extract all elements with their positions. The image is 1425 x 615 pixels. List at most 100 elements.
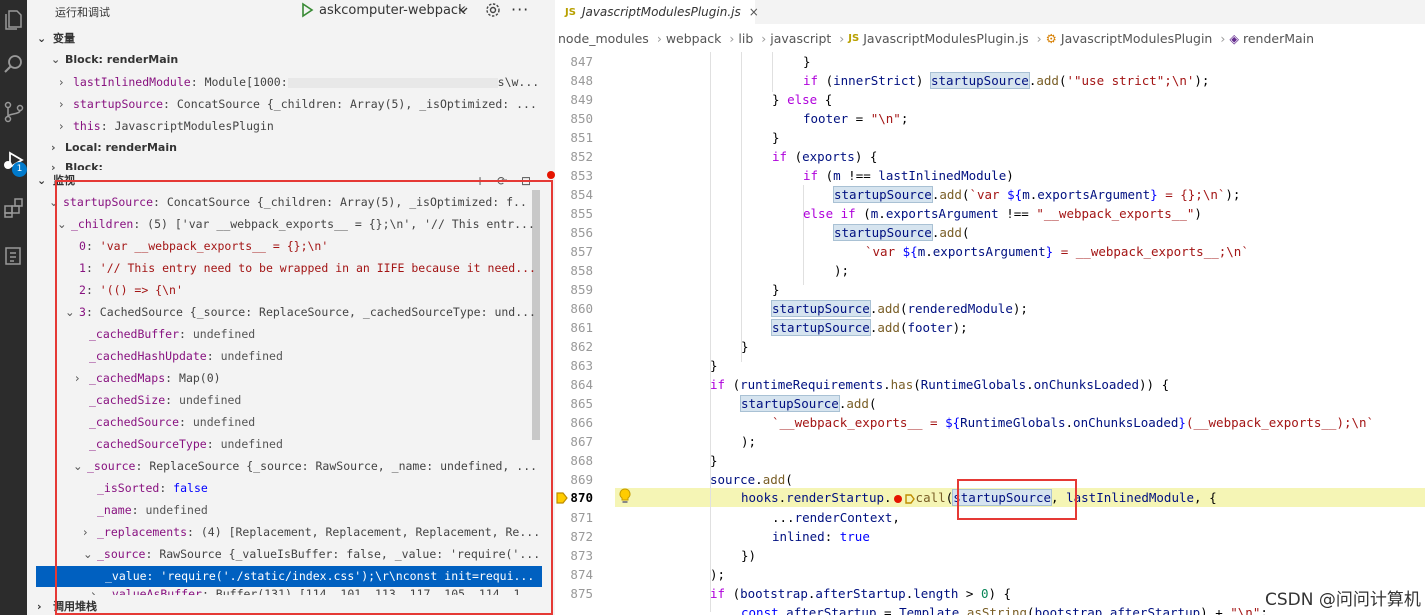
callstack-label: 调用堆栈 bbox=[53, 600, 97, 613]
start-debugging-icon[interactable] bbox=[299, 2, 315, 18]
watch-row[interactable]: 1: '// This entry need to be wrapped in … bbox=[65, 257, 535, 279]
variable-row[interactable]: › startupSource: ConcatSource {_children:… bbox=[59, 93, 539, 115]
watch-row[interactable]: › _cachedMaps: Map(0) bbox=[75, 367, 535, 389]
watch-row-selected[interactable]: _value: 'require('./static/index.css');\… bbox=[91, 565, 541, 587]
breadcrumb-item[interactable]: node_modules bbox=[558, 31, 649, 46]
inline-breakpoint-icon[interactable] bbox=[893, 494, 902, 503]
lightbulb-icon[interactable] bbox=[618, 488, 632, 504]
breadcrumb-item[interactable]: JavascriptModulesPlugin bbox=[1061, 31, 1212, 46]
watch-row[interactable]: 2: '(() => {\n' bbox=[65, 279, 535, 301]
scope-block-render-main[interactable]: ⌄ Block: renderMain bbox=[51, 49, 178, 71]
tab-javascript-modules-plugin[interactable]: JS JavascriptModulesPlugin.js × bbox=[555, 0, 759, 24]
watch-value: undefined bbox=[192, 415, 256, 429]
breadcrumb-item[interactable]: webpack bbox=[666, 31, 722, 46]
remote-icon[interactable] bbox=[0, 236, 27, 276]
source-control-icon[interactable] bbox=[0, 92, 27, 132]
breadcrumb-item[interactable]: renderMain bbox=[1243, 31, 1314, 46]
breadcrumb-item[interactable]: JavascriptModulesPlugin.js bbox=[863, 31, 1028, 46]
scope-local-render-main[interactable]: › Local: renderMain bbox=[51, 137, 177, 159]
chevron-right-icon: › bbox=[51, 161, 56, 170]
tab-label: JavascriptModulesPlugin.js bbox=[581, 5, 741, 19]
watch-key: 2 bbox=[79, 283, 86, 297]
watch-value: ReplaceSource {_source: RawSource, _name… bbox=[149, 459, 538, 473]
chevron-right-icon: › bbox=[59, 119, 64, 133]
variable-value: ConcatSource {_children: Array(5), _isOp… bbox=[176, 97, 537, 111]
watch-key: 3 bbox=[79, 305, 86, 319]
sidebar-title: 运行和调试 bbox=[55, 6, 110, 19]
watch-row[interactable]: _cachedSource: undefined bbox=[75, 411, 535, 433]
extensions-icon[interactable] bbox=[0, 188, 27, 228]
watch-row[interactable]: ⌄ _source: ReplaceSource {_source: RawSou… bbox=[73, 455, 539, 477]
chevron-down-icon: ⌄ bbox=[73, 459, 83, 473]
js-file-icon: JS bbox=[848, 32, 860, 44]
watch-key: _value bbox=[105, 569, 147, 583]
breadcrumb-item[interactable]: javascript bbox=[770, 31, 831, 46]
watch-row[interactable]: _cachedBuffer: undefined bbox=[75, 323, 535, 345]
add-expression-icon[interactable]: + bbox=[475, 174, 485, 188]
variable-row[interactable]: › lastInlinedModule: Module[1000: s\w... bbox=[59, 71, 539, 93]
watch-row[interactable]: 0: 'var __webpack_exports__ = {};\n' bbox=[65, 235, 535, 257]
scope-label: Local: renderMain bbox=[65, 141, 177, 154]
watch-row[interactable]: ⌄ startupSource: ConcatSource {_children:… bbox=[49, 191, 529, 213]
refresh-icon[interactable]: ⟳ bbox=[497, 174, 507, 188]
variable-row[interactable]: › this: JavascriptModulesPlugin bbox=[59, 115, 539, 137]
watch-row[interactable]: _cachedHashUpdate: undefined bbox=[75, 345, 535, 367]
js-file-icon: JS bbox=[565, 6, 576, 18]
variable-value: JavascriptModulesPlugin bbox=[114, 119, 274, 133]
run-config-select[interactable]: askcomputer-webpack bbox=[319, 3, 466, 18]
watch-key: 0 bbox=[79, 239, 86, 253]
watch-row[interactable]: › _replacements: (4) [Replacement, Replac… bbox=[83, 521, 539, 543]
watch-key: _cachedSourceType bbox=[89, 437, 207, 451]
watch-key: _children bbox=[71, 217, 134, 231]
close-icon[interactable]: × bbox=[749, 5, 759, 19]
watch-row[interactable]: ⌄ _children: (5) ['var __webpack_exports_… bbox=[57, 213, 537, 235]
watch-row[interactable]: _name: undefined bbox=[83, 499, 533, 521]
chevron-right-icon: › bbox=[75, 371, 80, 385]
more-actions-icon[interactable]: ··· bbox=[511, 0, 529, 19]
watch-label: 监视 bbox=[53, 174, 75, 187]
chevron-down-icon: ⌄ bbox=[65, 305, 75, 319]
collapse-all-icon[interactable]: ⊟ bbox=[521, 174, 531, 188]
watch-key: _valueAsBuffer bbox=[105, 587, 202, 595]
variable-key: startupSource bbox=[73, 97, 164, 111]
watch-key: _isSorted bbox=[97, 481, 160, 495]
watch-value: undefined bbox=[220, 437, 283, 451]
watch-value: '// This entry need to be wrapped in an … bbox=[99, 261, 535, 275]
watch-key: _replacements bbox=[97, 525, 188, 539]
debug-badge: 1 bbox=[12, 162, 27, 177]
chevron-right-icon: › bbox=[83, 525, 88, 539]
watch-row[interactable]: ⌄ _source: RawSource {_valueIsBuffer: fal… bbox=[83, 543, 539, 565]
watch-key: _cachedMaps bbox=[89, 371, 166, 385]
watch-value: Map(0) bbox=[179, 371, 221, 385]
csdn-watermark: CSDN @问问计算机 bbox=[1265, 590, 1421, 610]
variables-label: 变量 bbox=[53, 32, 75, 45]
watch-row[interactable]: _cachedSourceType: undefined bbox=[75, 433, 535, 455]
search-icon[interactable] bbox=[0, 44, 27, 84]
watch-key: 1 bbox=[79, 261, 86, 275]
debug-execution-arrow-icon bbox=[556, 492, 568, 504]
watch-key: _cachedBuffer bbox=[89, 327, 180, 341]
startup-source-highlight-box bbox=[957, 479, 1077, 520]
watch-row[interactable]: › _valueAsBuffer: Buffer(131) [114, 101, … bbox=[91, 587, 541, 595]
variables-section-header[interactable]: ⌄ 变量 bbox=[27, 28, 555, 48]
variable-value: Module[1000: bbox=[204, 75, 288, 89]
chevron-right-icon: › bbox=[37, 599, 42, 613]
watch-row[interactable]: ⌄ 3: CachedSource {_source: ReplaceSource… bbox=[65, 301, 535, 323]
watch-value: false bbox=[173, 481, 208, 495]
chevron-right-icon: › bbox=[51, 141, 56, 154]
chevron-down-icon: ⌄ bbox=[49, 195, 59, 209]
callstack-section-header[interactable]: › 调用堆栈 bbox=[27, 597, 555, 615]
files-icon[interactable] bbox=[0, 0, 27, 40]
watch-row[interactable]: _cachedSize: undefined bbox=[75, 389, 535, 411]
watch-value: RawSource {_valueIsBuffer: false, _value… bbox=[159, 547, 539, 561]
watch-row[interactable]: _isSorted: false bbox=[83, 477, 533, 499]
breakpoint-dot-icon bbox=[547, 171, 555, 179]
breadcrumb-item[interactable]: lib bbox=[738, 31, 753, 46]
tab-bar: JS JavascriptModulesPlugin.js × bbox=[555, 0, 1425, 24]
chevron-down-icon[interactable] bbox=[457, 4, 469, 16]
watch-key: _name bbox=[97, 503, 132, 517]
gear-icon[interactable] bbox=[485, 2, 501, 18]
scope-label: Block: bbox=[65, 161, 103, 170]
watch-value: ConcatSource {_children: Array(5), _isOp… bbox=[166, 195, 529, 209]
scope-block[interactable]: › Block: bbox=[51, 158, 103, 170]
